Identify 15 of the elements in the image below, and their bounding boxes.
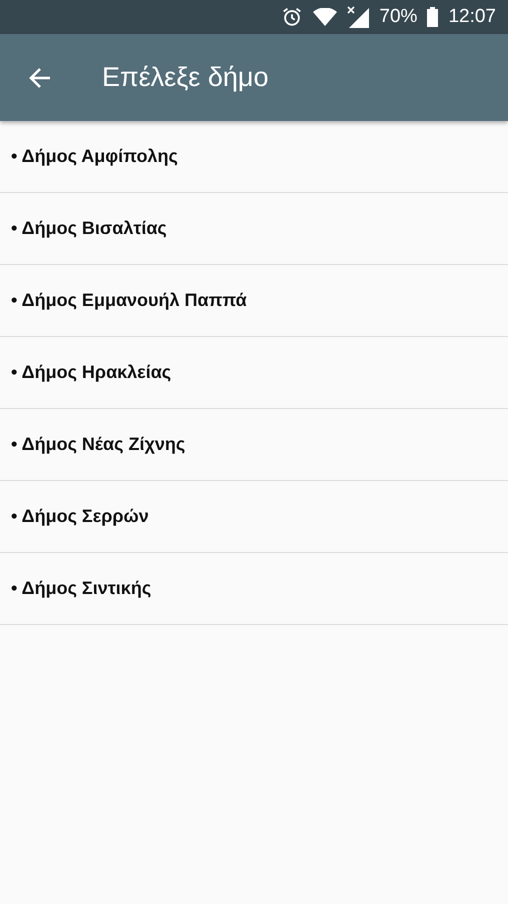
list-item[interactable]: • Δήμος Σερρών [0, 481, 508, 553]
list-item[interactable]: • Δήμος Νέας Ζίχνης [0, 409, 508, 481]
list-item[interactable]: • Δήμος Εμμανουήλ Παππά [0, 265, 508, 337]
clock-time: 12:07 [448, 6, 496, 28]
back-arrow-icon [28, 66, 52, 90]
alarm-clock-icon [281, 6, 304, 28]
battery-icon [427, 7, 438, 27]
list-item[interactable]: • Δήμος Ηρακλείας [0, 337, 508, 409]
list-item[interactable]: • Δήμος Βισαλτίας [0, 193, 508, 265]
list-item[interactable]: • Δήμος Αμφίπολης [0, 121, 508, 193]
screen-title: Επέλεξε δήμο [102, 62, 268, 93]
wifi-icon [313, 8, 338, 26]
list-item[interactable]: • Δήμος Σιντικής [0, 553, 508, 625]
signal-icon [347, 6, 370, 28]
battery-percentage: 70% [379, 6, 418, 28]
